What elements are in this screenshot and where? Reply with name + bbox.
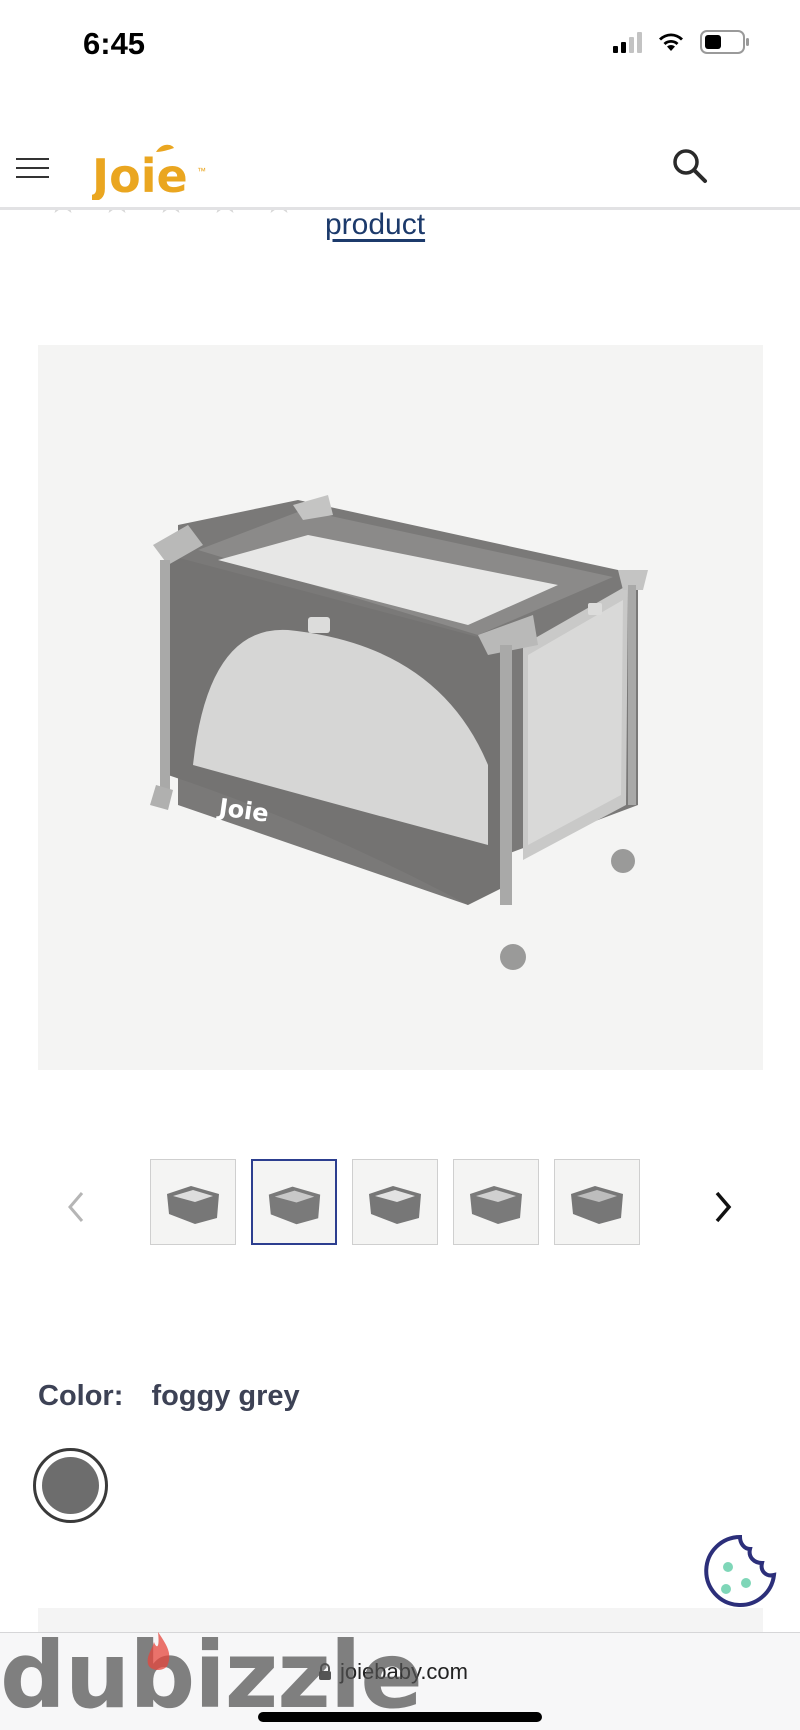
- review-product-link[interactable]: product: [325, 208, 425, 242]
- thumbnail-image: [470, 1186, 522, 1224]
- thumbnail-image: [268, 1186, 321, 1225]
- chevron-left-icon[interactable]: [62, 1187, 92, 1227]
- thumbnail-4[interactable]: [453, 1159, 539, 1245]
- main-product-image[interactable]: Joie: [38, 345, 763, 1070]
- thumbnail-3[interactable]: [352, 1159, 438, 1245]
- logo-tm: ™: [197, 166, 206, 176]
- swatch-fill: [42, 1457, 99, 1514]
- battery-icon: [700, 30, 749, 54]
- cellular-signal-icon: [613, 31, 642, 53]
- hamburger-menu-icon[interactable]: [16, 158, 49, 178]
- thumbnail-carousel: [0, 1155, 800, 1245]
- thumbnail-image: [571, 1186, 623, 1224]
- color-swatch-foggy-grey[interactable]: [33, 1448, 108, 1523]
- status-icons: [613, 30, 750, 54]
- thumbnail-image: [369, 1186, 421, 1224]
- logo-text: Joie: [92, 149, 188, 200]
- joie-logo-mark: Joie ™: [89, 144, 206, 203]
- cookie-icon[interactable]: [702, 1533, 778, 1609]
- flame-icon: [147, 1632, 170, 1670]
- wifi-icon: [659, 33, 683, 51]
- thumbnail-image: [167, 1186, 219, 1224]
- chevron-right-icon[interactable]: [707, 1187, 737, 1227]
- thumbnail-1[interactable]: [150, 1159, 236, 1245]
- joie-logo[interactable]: Joie ™: [89, 140, 212, 205]
- status-bar: 6:45: [0, 0, 800, 100]
- thumbnail-2[interactable]: [251, 1159, 337, 1245]
- travel-cot-illustration: Joie: [150, 495, 648, 970]
- dubizzle-watermark: dubizzle: [0, 1622, 423, 1729]
- color-selection: Color: foggy grey: [38, 1380, 300, 1413]
- search-icon[interactable]: [672, 148, 708, 184]
- cot-brand-text: Joie: [215, 793, 270, 828]
- status-time: 6:45: [83, 26, 146, 61]
- color-label: Color:: [38, 1380, 124, 1412]
- color-value: foggy grey: [151, 1380, 300, 1412]
- thumbnail-5[interactable]: [554, 1159, 640, 1245]
